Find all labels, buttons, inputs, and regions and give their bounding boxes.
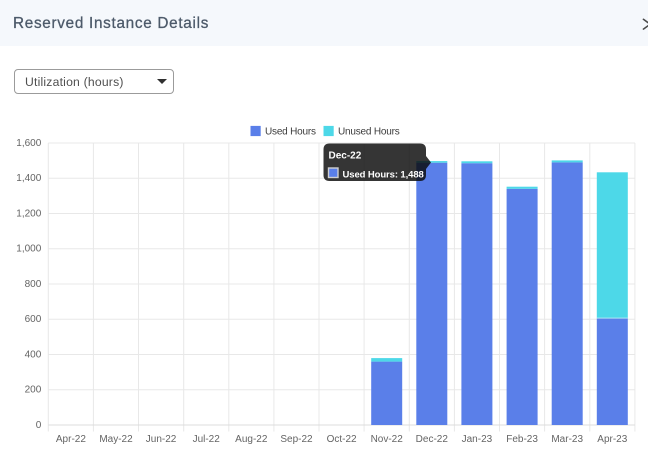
svg-text:Jan-23: Jan-23	[462, 434, 493, 445]
svg-text:1,200: 1,200	[16, 208, 41, 219]
svg-text:Apr-23: Apr-23	[597, 434, 627, 445]
svg-text:Aug-22: Aug-22	[235, 434, 268, 445]
svg-text:Used Hours: 1,488: Used Hours: 1,488	[343, 169, 424, 180]
svg-text:400: 400	[25, 349, 42, 360]
svg-text:Unused Hours: Unused Hours	[338, 126, 400, 137]
svg-text:200: 200	[25, 385, 42, 396]
svg-text:Used Hours: Used Hours	[265, 126, 316, 137]
svg-text:1,400: 1,400	[16, 173, 41, 184]
svg-text:Jul-22: Jul-22	[193, 434, 221, 445]
svg-text:Oct-22: Oct-22	[327, 434, 357, 445]
svg-text:1,600: 1,600	[16, 138, 41, 149]
svg-text:Nov-22: Nov-22	[371, 434, 404, 445]
svg-text:Mar-23: Mar-23	[551, 434, 583, 445]
svg-text:May-22: May-22	[99, 434, 133, 445]
svg-text:Feb-23: Feb-23	[506, 434, 538, 445]
svg-text:1,000: 1,000	[16, 244, 41, 255]
svg-text:Dec-22: Dec-22	[416, 434, 449, 445]
svg-text:Dec-22: Dec-22	[329, 151, 362, 162]
svg-text:600: 600	[25, 314, 42, 325]
svg-text:Apr-22: Apr-22	[56, 434, 86, 445]
svg-text:0: 0	[36, 420, 42, 431]
svg-text:Jun-22: Jun-22	[146, 434, 177, 445]
svg-text:800: 800	[25, 279, 42, 290]
svg-text:Sep-22: Sep-22	[280, 434, 313, 445]
